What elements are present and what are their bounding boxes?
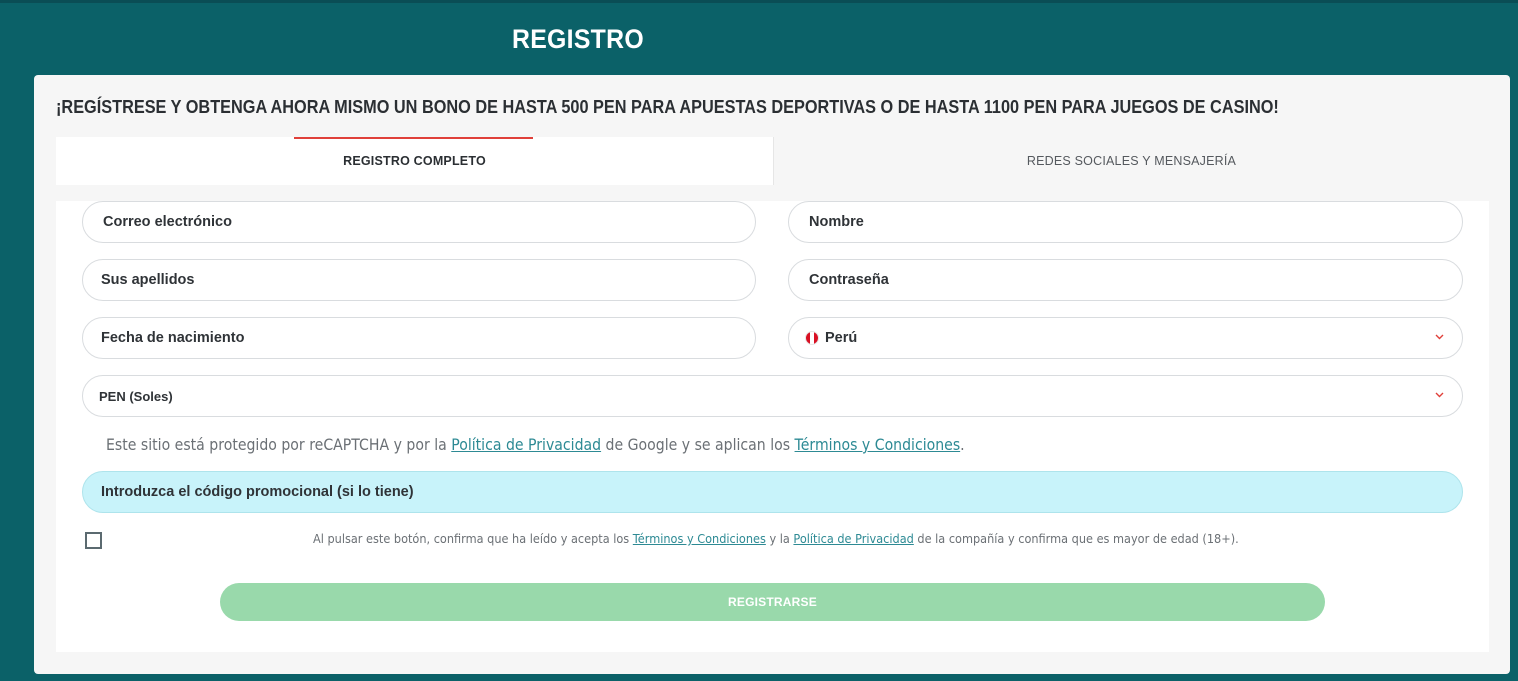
register-button[interactable]: REGISTRARSE [220, 583, 1325, 621]
password-placeholder: Contraseña [809, 272, 889, 288]
chevron-down-icon [1434, 390, 1444, 400]
consent-text-part: y la [765, 531, 794, 546]
tab-social-messaging[interactable]: REDES SOCIALES Y MENSAJERÍA [773, 137, 1489, 185]
last-name-placeholder: Sus apellidos [101, 272, 195, 288]
consent-text-part: Al pulsar este botón, confirma que ha le… [313, 531, 633, 546]
consent-checkbox[interactable] [85, 532, 102, 549]
registration-card: ¡REGÍSTRESE Y OBTENGA AHORA MISMO UN BON… [34, 75, 1510, 674]
currency-select[interactable]: PEN (Soles) [82, 375, 1463, 417]
chevron-down-icon [1434, 332, 1444, 342]
peru-flag-icon [805, 331, 819, 345]
tab-label: REDES SOCIALES Y MENSAJERÍA [1026, 154, 1237, 168]
last-name-field[interactable]: Sus apellidos [82, 259, 756, 301]
terms-link[interactable]: Términos y Condiciones [795, 435, 961, 454]
consent-text: Al pulsar este botón, confirma que ha le… [313, 531, 1239, 546]
recaptcha-notice: Este sitio está protegido por reCAPTCHA … [106, 435, 965, 454]
recaptcha-text: Este sitio está protegido por reCAPTCHA … [106, 435, 452, 454]
password-field[interactable]: Contraseña [788, 259, 1463, 301]
top-border [0, 0, 1518, 3]
tab-label: REGISTRO COMPLETO [343, 154, 486, 168]
first-name-field[interactable]: Nombre [788, 201, 1463, 243]
bonus-headline: ¡REGÍSTRESE Y OBTENGA AHORA MISMO UN BON… [56, 97, 1279, 117]
promo-code-field[interactable]: Introduzca el código promocional (si lo … [82, 471, 1463, 513]
email-field[interactable]: Correo electrónico [82, 201, 756, 243]
promo-code-placeholder: Introduzca el código promocional (si lo … [101, 484, 414, 500]
country-select[interactable]: Perú [788, 317, 1463, 359]
tab-full-registration[interactable]: REGISTRO COMPLETO [56, 137, 773, 185]
birthdate-field[interactable]: Fecha de nacimiento [82, 317, 756, 359]
registration-form: Correo electrónico Nombre Sus apellidos … [56, 201, 1489, 652]
privacy-policy-link[interactable]: Política de Privacidad [451, 435, 601, 454]
country-value: Perú [825, 330, 858, 346]
email-placeholder: Correo electrónico [103, 214, 232, 230]
first-name-placeholder: Nombre [809, 214, 864, 230]
consent-text-part: de la compañía y confirma que es mayor d… [913, 531, 1239, 546]
currency-value: PEN (Soles) [99, 388, 173, 404]
recaptcha-text: de Google y se aplican los [601, 435, 795, 454]
registration-tabs: REGISTRO COMPLETO REDES SOCIALES Y MENSA… [56, 137, 1489, 185]
consent-terms-link[interactable]: Términos y Condiciones [633, 531, 766, 546]
recaptcha-text: . [960, 435, 965, 454]
birthdate-placeholder: Fecha de nacimiento [101, 330, 245, 346]
consent-privacy-link[interactable]: Política de Privacidad [793, 531, 913, 546]
page-title: REGISTRO [512, 24, 644, 54]
